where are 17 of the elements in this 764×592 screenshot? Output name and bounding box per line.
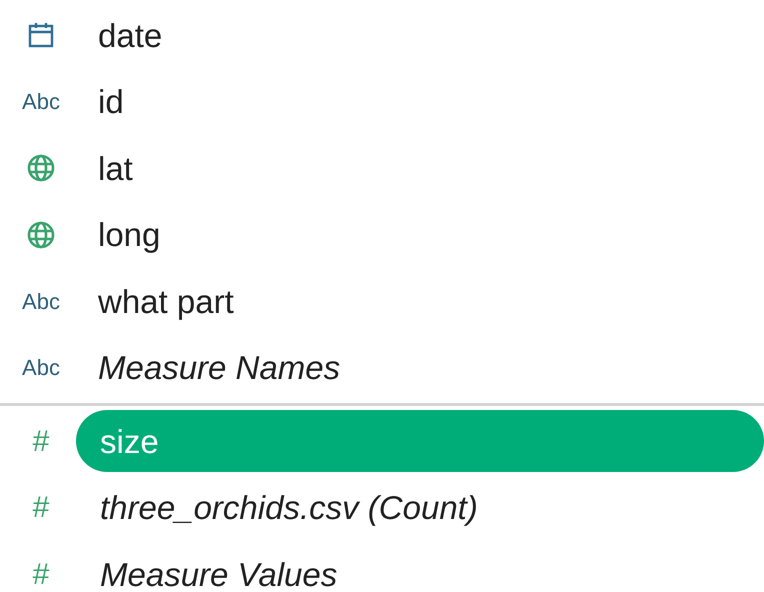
field-name[interactable]: long xyxy=(98,210,160,260)
field-name[interactable]: lat xyxy=(98,144,133,193)
field-name[interactable]: what part xyxy=(98,276,234,326)
field-name[interactable]: id xyxy=(98,77,124,126)
type-label: Abc xyxy=(22,88,60,116)
type-label: Abc xyxy=(22,288,60,316)
type-label: # xyxy=(32,556,50,592)
field-name[interactable]: Measure Names xyxy=(98,343,340,392)
type-label: # xyxy=(32,490,50,526)
field-name[interactable]: three_orchids.csv (Count) xyxy=(76,476,764,539)
field-name[interactable]: date xyxy=(98,10,162,60)
field-name[interactable]: Measure Values xyxy=(76,543,764,592)
type-label: # xyxy=(32,424,50,460)
globe-icon xyxy=(27,154,55,182)
type-label: Abc xyxy=(22,354,60,382)
globe-icon xyxy=(27,220,55,249)
calendar-icon xyxy=(28,22,54,48)
